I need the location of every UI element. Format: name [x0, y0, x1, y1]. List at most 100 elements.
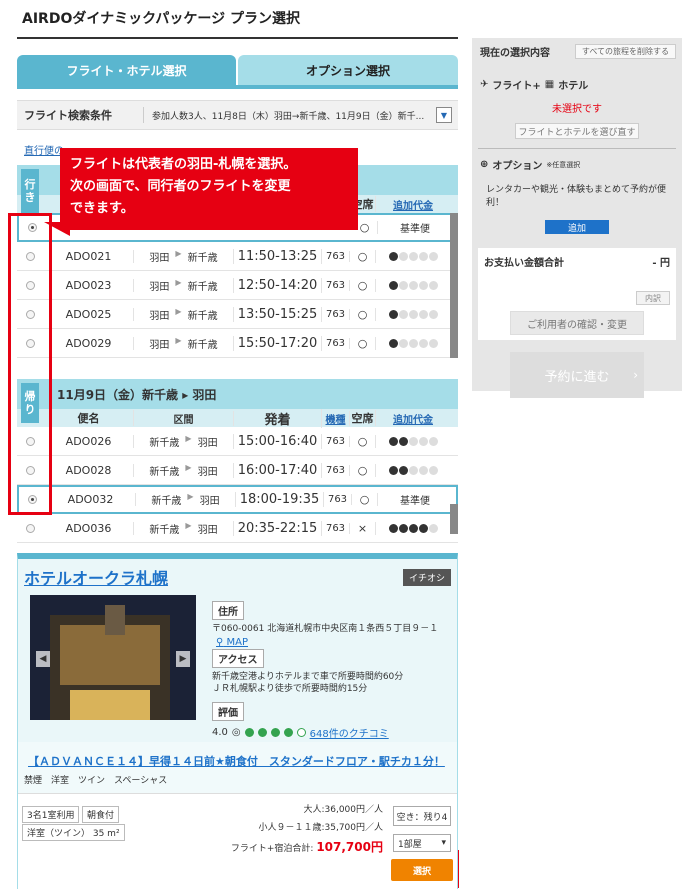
tab-options[interactable]: オプション選択	[238, 55, 458, 85]
route-to: 羽田	[199, 496, 220, 507]
flight-time: 20:35-22:15	[234, 520, 322, 536]
flight-row[interactable]: ADO028 新千歳 ▶ 羽田 16:00-17:40 763 ○	[17, 456, 458, 485]
seat-availability: ○	[350, 249, 376, 263]
route-from: 新千歳	[149, 524, 180, 536]
tab-bar	[17, 85, 458, 89]
flight-row[interactable]: ADO032 新千歳 ▶ 羽田 18:00-19:35 763 ○ 基準便	[17, 485, 458, 514]
reviews-link[interactable]: 648件のクチコミ	[310, 725, 389, 740]
aircraft-type: 763	[322, 435, 350, 447]
payment-value: - 円	[652, 258, 670, 269]
flight-time: 16:00-17:40	[234, 462, 322, 478]
inbound-header: 11月9日（金）新千歳 ▸ 羽田	[17, 379, 458, 409]
add-option-button[interactable]: 追加	[545, 220, 609, 234]
flight-search-conditions: フライト検索条件 参加人数3人、11月8日（木）羽田→新千歳、11月9日（金）新…	[17, 100, 458, 130]
arrow-right-icon: ▶	[185, 520, 192, 530]
flight-number: ADO029	[44, 336, 134, 350]
fare-level-icons	[388, 338, 438, 348]
highlight-radio-column	[8, 213, 52, 515]
photo-prev-icon[interactable]: ◀	[36, 651, 50, 667]
yen-coin-icon	[418, 251, 428, 261]
yen-coin-icon	[398, 523, 408, 533]
tag-occupancy: 3名1室利用	[22, 806, 80, 823]
col-fare[interactable]: 追加代金	[376, 197, 450, 212]
aircraft-type: 763	[324, 494, 352, 505]
yen-coin-icon	[418, 338, 428, 348]
expand-conditions-button[interactable]: ▼	[436, 107, 452, 123]
yen-coin-icon	[398, 465, 408, 475]
yen-coin-icon	[418, 523, 428, 533]
flight-route: 羽田 ▶ 新千歳	[134, 306, 234, 322]
address-text: 〒060-0061 北海道札幌市中央区南１条西５丁目９－１	[212, 624, 439, 634]
flight-time: 18:00-19:35	[236, 492, 324, 507]
flight-row[interactable]: ADO029 羽田 ▶ 新千歳 15:50-17:20 763 ○	[17, 329, 458, 358]
search-conditions-label: フライト検索条件	[24, 107, 144, 123]
map-link[interactable]: ⚲ MAP	[216, 637, 248, 648]
total-price: 107,700円	[316, 840, 383, 854]
confirm-users-button[interactable]: ご利用者の確認・変更	[510, 311, 644, 335]
flight-number: ADO025	[44, 307, 134, 321]
fare-level-icons	[388, 251, 438, 261]
inbound-scrollbar[interactable]	[450, 504, 458, 534]
flight-time: 12:50-14:20	[234, 277, 322, 293]
aircraft-type: 763	[322, 308, 350, 320]
yen-coin-icon	[388, 338, 398, 348]
col-time: 発着	[234, 408, 322, 428]
flight-row[interactable]: ADO025 羽田 ▶ 新千歳 13:50-15:25 763 ○	[17, 300, 458, 329]
option-label: オプション	[492, 161, 543, 172]
yen-coin-icon	[408, 436, 418, 446]
yen-coin-icon	[428, 251, 438, 261]
room-count-select[interactable]: 1部屋 ▾	[393, 834, 451, 852]
flight-row[interactable]: ADO023 羽田 ▶ 新千歳 12:50-14:20 763 ○	[17, 271, 458, 300]
arrow-right-icon: ▶	[185, 462, 192, 472]
route-from: 新千歳	[151, 496, 182, 507]
col-fno: 便名	[44, 410, 134, 426]
additional-fare	[376, 523, 450, 533]
fare-level-icons	[388, 436, 438, 446]
additional-fare	[376, 309, 450, 319]
yen-coin-icon	[388, 465, 398, 475]
arrow-right-icon: ▶	[187, 492, 194, 501]
tripadvisor-owl-icon: ◎	[231, 727, 241, 738]
flight-row[interactable]: ADO036 新千歳 ▶ 羽田 20:35-22:15 763 ×	[17, 514, 458, 543]
yen-coin-icon	[408, 309, 418, 319]
clear-all-button[interactable]: すべての旅程を削除する	[574, 44, 676, 59]
flight-radio[interactable]	[26, 523, 35, 533]
option-note: ※任意選択	[546, 160, 581, 169]
airplane-icon: ✈	[480, 79, 489, 90]
select-plan-button[interactable]: 選択	[391, 859, 453, 881]
rating-circle-empty-icon	[296, 728, 306, 737]
arrow-right-icon: ▶	[185, 433, 192, 443]
flight-route: 新千歳 ▶ 羽田	[134, 433, 234, 449]
option-row: ⊕ オプション ※任意選択	[480, 157, 682, 172]
rating-circle-icon	[257, 728, 267, 737]
hotel-name-link[interactable]: ホテルオークラ札幌	[24, 565, 168, 589]
additional-fare	[376, 436, 450, 446]
seat-availability: ○	[350, 463, 376, 477]
plan-title-link[interactable]: 【ＡＤＶＡＮＣＥ１４】早得１４日前★朝食付 スタンダードフロア・駅チカ１分！	[28, 753, 445, 769]
flight-row[interactable]: ADO026 新千歳 ▶ 羽田 15:00-16:40 763 ○	[17, 427, 458, 456]
col-fare[interactable]: 追加代金	[376, 411, 450, 426]
route-to: 羽田	[197, 437, 218, 449]
route-from: 新千歳	[149, 437, 180, 449]
yen-coin-icon	[398, 280, 408, 290]
arrow-right-icon: ▶	[175, 335, 182, 345]
seat-availability: ×	[350, 521, 376, 535]
proceed-to-reserve-button[interactable]: 予約に進む ›	[510, 352, 644, 398]
reselect-button[interactable]: フライトとホテルを選び直す	[515, 123, 639, 139]
breakdown-button[interactable]: 内訳	[636, 291, 670, 305]
reserve-label: 予約に進む	[544, 369, 610, 385]
aircraft-type: 763	[322, 522, 350, 534]
flight-time: 15:00-16:40	[234, 433, 322, 449]
flight-time: 11:50-13:25	[234, 248, 322, 264]
photo-next-icon[interactable]: ▶	[176, 651, 190, 667]
outbound-scrollbar[interactable]	[450, 213, 458, 358]
route-from: 新千歳	[149, 466, 180, 478]
flight-route: 羽田 ▶ 新千歳	[134, 248, 234, 264]
direct-flight-link[interactable]: 直行便の	[24, 142, 64, 157]
tab-flight-hotel[interactable]: フライト・ホテル選択	[17, 55, 236, 85]
aircraft-type: 763	[322, 279, 350, 291]
sidebar-divider	[478, 148, 676, 149]
total-label: フライト+宿泊合計:	[230, 844, 314, 854]
flight-row[interactable]: ADO021 羽田 ▶ 新千歳 11:50-13:25 763 ○	[17, 242, 458, 271]
col-plane[interactable]: 機種	[322, 410, 350, 426]
